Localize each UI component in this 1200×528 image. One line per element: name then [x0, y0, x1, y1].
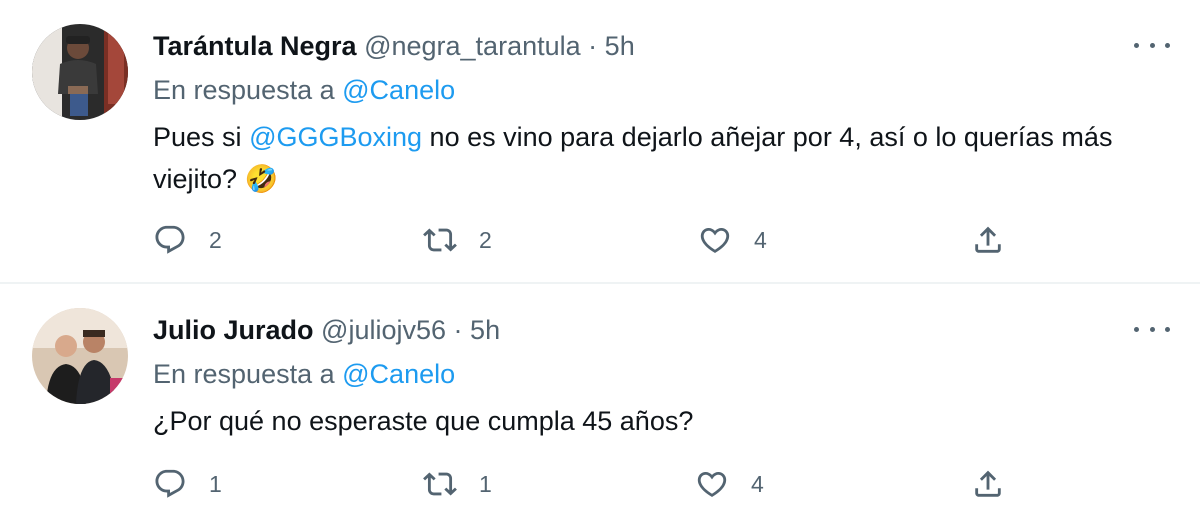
rofl-emoji-icon: 🤣 — [244, 164, 279, 194]
timestamp[interactable]: 5h — [470, 315, 500, 345]
tweet-actions: 2 2 4 — [153, 220, 1033, 260]
retweet-button[interactable]: 2 — [423, 220, 492, 260]
tweet-header: Julio Jurado @juliojv56 · 5h — [153, 312, 500, 348]
reply-mention-link[interactable]: @Canelo — [342, 75, 455, 105]
reply-context: En respuesta a @Canelo — [153, 72, 455, 108]
share-icon — [975, 470, 1001, 497]
tweet-text-part: Pues si — [153, 122, 242, 152]
retweet-count: 2 — [479, 226, 492, 253]
like-icon — [697, 471, 727, 497]
user-handle[interactable]: @negra_tarantula — [364, 31, 581, 61]
tweet-header: Tarántula Negra @negra_tarantula · 5h — [153, 28, 635, 64]
like-button[interactable]: 4 — [698, 220, 767, 260]
retweet-icon — [423, 472, 457, 496]
separator-dot: · — [588, 31, 598, 61]
reply-count: 2 — [209, 226, 222, 253]
share-button[interactable] — [971, 464, 1005, 504]
tweet[interactable]: Julio Jurado @juliojv56 · 5h En respuest… — [0, 284, 1200, 528]
reply-button[interactable]: 2 — [153, 220, 222, 260]
user-handle[interactable]: @juliojv56 — [321, 315, 446, 345]
reply-prefix: En respuesta a — [153, 359, 335, 389]
reply-icon — [155, 225, 185, 254]
reply-mention-link[interactable]: @Canelo — [342, 359, 455, 389]
separator-dot: · — [453, 315, 463, 345]
tweet[interactable]: Tarántula Negra @negra_tarantula · 5h En… — [0, 0, 1200, 284]
reply-context: En respuesta a @Canelo — [153, 356, 455, 392]
avatar[interactable] — [32, 308, 128, 404]
tweet-text: Pues si @GGGBoxing no es vino para dejar… — [153, 116, 1163, 200]
like-button[interactable]: 4 — [695, 464, 764, 504]
reply-count: 1 — [209, 470, 222, 497]
display-name[interactable]: Tarántula Negra — [153, 31, 357, 61]
more-options-button[interactable] — [1134, 30, 1170, 60]
like-count: 4 — [751, 470, 764, 497]
tweet-actions: 1 1 4 — [153, 464, 1033, 504]
share-icon — [975, 226, 1001, 253]
like-icon — [700, 227, 730, 253]
retweet-icon — [423, 228, 457, 252]
reply-icon — [155, 469, 185, 498]
retweet-count: 1 — [479, 470, 492, 497]
reply-button[interactable]: 1 — [153, 464, 222, 504]
more-options-button[interactable] — [1134, 314, 1170, 344]
mention-link[interactable]: @GGGBoxing — [249, 122, 422, 152]
like-count: 4 — [754, 226, 767, 253]
tweet-text: ¿Por qué no esperaste que cumpla 45 años… — [153, 406, 694, 436]
more-icon — [1134, 42, 1139, 48]
more-icon — [1134, 326, 1139, 332]
avatar[interactable] — [32, 24, 128, 120]
timestamp[interactable]: 5h — [605, 31, 635, 61]
reply-prefix: En respuesta a — [153, 75, 335, 105]
share-button[interactable] — [971, 220, 1005, 260]
retweet-button[interactable]: 1 — [423, 464, 492, 504]
display-name[interactable]: Julio Jurado — [153, 315, 314, 345]
